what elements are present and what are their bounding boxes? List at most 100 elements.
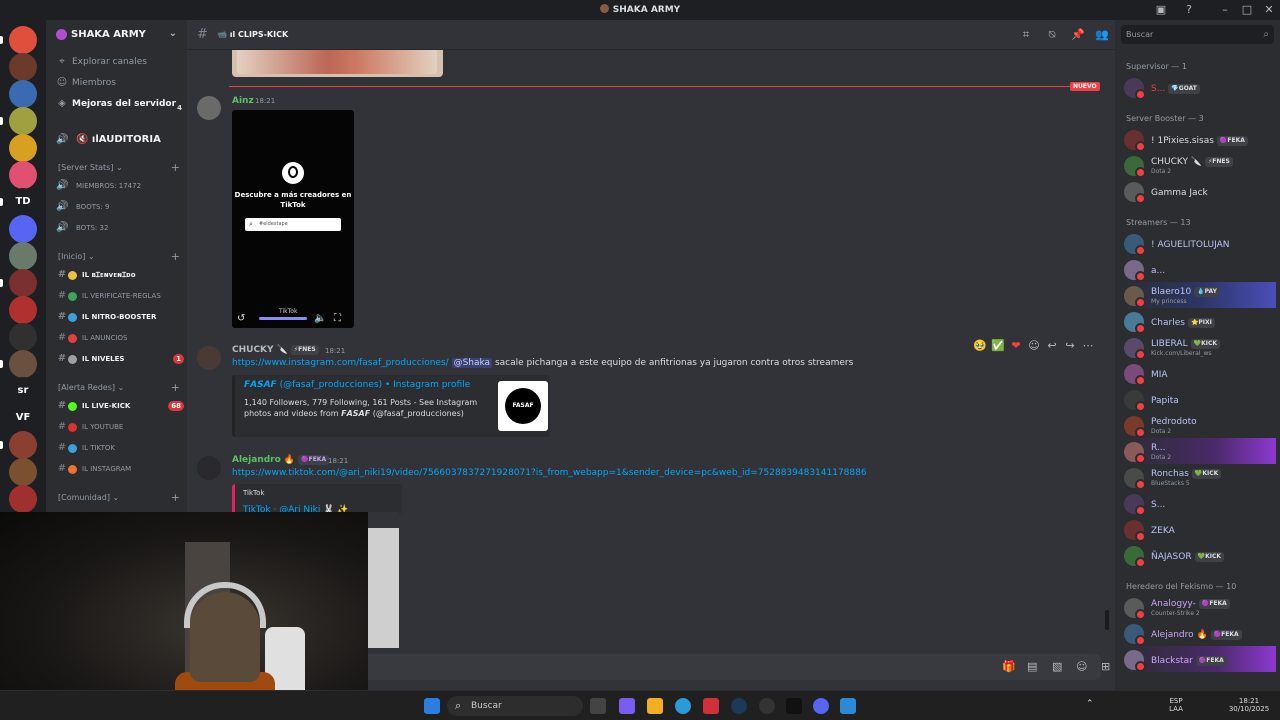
- text-channel[interactable]: # ıl YOUTUBE: [56, 418, 184, 436]
- stat-voice-channel[interactable]: 🔊 MIEMBROS: 17472: [56, 177, 184, 195]
- member-item[interactable]: Analogyy- 🟣FEKA Counter-Strike 2: [1124, 594, 1276, 620]
- server-icon[interactable]: [9, 26, 37, 54]
- language-indicator[interactable]: ESP LAA: [1166, 697, 1186, 713]
- member-item[interactable]: ÑAJASOR 💚KICK: [1124, 542, 1276, 568]
- file-explorer-icon[interactable]: [647, 698, 663, 714]
- text-channel[interactable]: # ıl ANUNCIOS: [56, 329, 184, 347]
- vivaldi-icon[interactable]: [703, 698, 719, 714]
- tiktok-search-box[interactable]: #eldestape: [245, 218, 341, 231]
- help-icon[interactable]: ?: [1182, 3, 1196, 17]
- app-m-icon[interactable]: [786, 698, 802, 714]
- obs-icon[interactable]: [759, 698, 775, 714]
- server-icon[interactable]: VF: [9, 404, 37, 432]
- member-item[interactable]: LIBERAL 💚KICK Kick.com/Liberal_ws: [1124, 334, 1276, 360]
- member-item[interactable]: CHUCKY 🔪 ⚡FNES Dota 2: [1124, 152, 1276, 178]
- add-reaction-icon[interactable]: ☺: [1025, 339, 1043, 352]
- member-item[interactable]: Blackstar 🟣FEKA: [1124, 646, 1276, 672]
- member-item[interactable]: a...: [1124, 256, 1276, 282]
- member-item[interactable]: Blaero10 💧PAY My princess: [1124, 282, 1276, 308]
- nav-item[interactable]: ☺ Miembros: [56, 74, 184, 92]
- message-author[interactable]: Ainz: [232, 96, 254, 106]
- server-icon[interactable]: [9, 431, 37, 459]
- member-item[interactable]: ! AGUELITOLUJAN: [1124, 230, 1276, 256]
- video-progress-bar[interactable]: [259, 317, 307, 320]
- add-channel-icon[interactable]: +: [171, 250, 180, 264]
- server-icon[interactable]: [9, 53, 37, 81]
- apps-icon[interactable]: ⊞: [1101, 660, 1110, 673]
- member-list-icon[interactable]: 👥: [1095, 28, 1109, 42]
- reaction-heart-icon[interactable]: ❤: [1007, 339, 1025, 352]
- embed-thumbnail[interactable]: FASAF: [498, 381, 548, 431]
- mute-bell-icon[interactable]: ⍉: [1045, 28, 1059, 42]
- avatar[interactable]: [197, 346, 221, 370]
- stat-voice-channel[interactable]: 🔊 BOOTS: 9: [56, 198, 184, 216]
- more-options-icon[interactable]: ⋯: [1079, 339, 1097, 352]
- add-channel-icon[interactable]: +: [171, 491, 180, 505]
- member-item[interactable]: R... Dota 2: [1124, 438, 1276, 464]
- nav-item[interactable]: ⌖ Explorar canales: [56, 53, 184, 71]
- reply-icon[interactable]: ↩: [1043, 339, 1061, 352]
- maximize-button[interactable]: □: [1240, 3, 1254, 17]
- text-channel[interactable]: # ıl INSTAGRAM: [56, 460, 184, 478]
- pin-icon[interactable]: 📌: [1071, 28, 1085, 42]
- server-icon[interactable]: [9, 323, 37, 351]
- volume-icon[interactable]: 🔈: [314, 313, 326, 324]
- category-server-stats[interactable]: [Server Stats] ⌄ +: [58, 161, 180, 175]
- scrollbar-thumb[interactable]: [1105, 610, 1109, 630]
- server-icon[interactable]: sr: [9, 377, 37, 405]
- tiktok-embed-video[interactable]: Descubre a más creadores en TikTok #elde…: [232, 110, 354, 328]
- embed-title-link[interactable]: 𝙁𝘼𝙎𝘼𝙁 (@fasaf_producciones) • Instagram …: [244, 380, 470, 390]
- server-icon[interactable]: [9, 296, 37, 324]
- forward-icon[interactable]: ↪: [1061, 339, 1079, 352]
- stat-voice-channel[interactable]: 🔊 BOTS: 32: [56, 219, 184, 237]
- message-link[interactable]: https://www.instagram.com/fasaf_producci…: [232, 358, 449, 368]
- member-item[interactable]: S... 💎GOAT: [1124, 74, 1276, 100]
- edge-browser-icon[interactable]: [675, 698, 691, 714]
- server-icon[interactable]: [9, 107, 37, 135]
- server-icon[interactable]: [9, 80, 37, 108]
- clock[interactable]: 18:21 30/10/2025: [1226, 697, 1272, 713]
- reaction-check-icon[interactable]: ✅: [989, 339, 1007, 352]
- add-channel-icon[interactable]: +: [171, 381, 180, 395]
- start-windows-icon[interactable]: [424, 698, 440, 714]
- avatar[interactable]: [197, 96, 221, 120]
- replay-icon[interactable]: ↺: [237, 313, 245, 324]
- minimize-button[interactable]: –: [1218, 3, 1232, 17]
- taskbar-search[interactable]: Buscar: [447, 696, 583, 716]
- tray-chevron-icon[interactable]: ⌃: [1086, 700, 1094, 709]
- server-icon[interactable]: [9, 242, 37, 270]
- reaction-emoji-icon[interactable]: 🥹: [971, 339, 989, 352]
- member-item[interactable]: MIA: [1124, 360, 1276, 386]
- avatar[interactable]: [197, 456, 221, 480]
- search-input[interactable]: Buscar ⌕: [1121, 25, 1274, 44]
- task-view-icon[interactable]: [590, 698, 606, 714]
- chevron-down-icon[interactable]: ⌄: [169, 28, 177, 39]
- server-icon[interactable]: [9, 134, 37, 162]
- add-channel-icon[interactable]: +: [171, 161, 180, 175]
- category-comunidad[interactable]: [Comunidad] ⌄ +: [58, 491, 180, 505]
- server-header[interactable]: SHAKA ARMY ⌄: [46, 20, 187, 50]
- member-item[interactable]: Alejandro 🔥 🟣FEKA: [1124, 620, 1276, 646]
- server-icon[interactable]: [9, 485, 37, 512]
- gif-icon[interactable]: ▤: [1027, 660, 1037, 673]
- message-link[interactable]: https://www.tiktok.com/@ari_niki19/video…: [232, 468, 867, 478]
- member-item[interactable]: Papita: [1124, 386, 1276, 412]
- category-inicio[interactable]: [Inicio] ⌄ +: [58, 250, 180, 264]
- member-item[interactable]: ! 1Pixies.sisas 🟣FEKA: [1124, 126, 1276, 152]
- server-icon[interactable]: [9, 269, 37, 297]
- text-channel[interactable]: # ıl NITRO-BOOSTER: [56, 308, 184, 326]
- category-alerta-redes[interactable]: [Alerta Redes] ⌄ +: [58, 381, 180, 395]
- text-channel[interactable]: # ıl ʙɪᴇɴᴠᴇɴɪᴅᴏ: [56, 266, 184, 284]
- threads-icon[interactable]: ⌗: [1019, 28, 1033, 42]
- member-item[interactable]: Ronchas 💚KICK BlueStacks 5: [1124, 464, 1276, 490]
- server-icon[interactable]: [9, 350, 37, 378]
- sticker-icon[interactable]: ▧: [1052, 660, 1062, 673]
- fullscreen-icon[interactable]: ⛶: [334, 313, 341, 324]
- channel-auditoria[interactable]: 🔊 🔇 ılAUDITORIA: [56, 131, 184, 149]
- message-author[interactable]: CHUCKY 🔪: [232, 345, 288, 355]
- gift-icon[interactable]: 🎁: [1002, 660, 1016, 673]
- steam-icon[interactable]: [731, 698, 747, 714]
- copilot-icon[interactable]: [619, 698, 635, 714]
- nav-item[interactable]: ◈ Mejoras del servidor 4: [56, 95, 184, 113]
- text-channel[interactable]: # ıl NIVELES 1: [56, 350, 184, 368]
